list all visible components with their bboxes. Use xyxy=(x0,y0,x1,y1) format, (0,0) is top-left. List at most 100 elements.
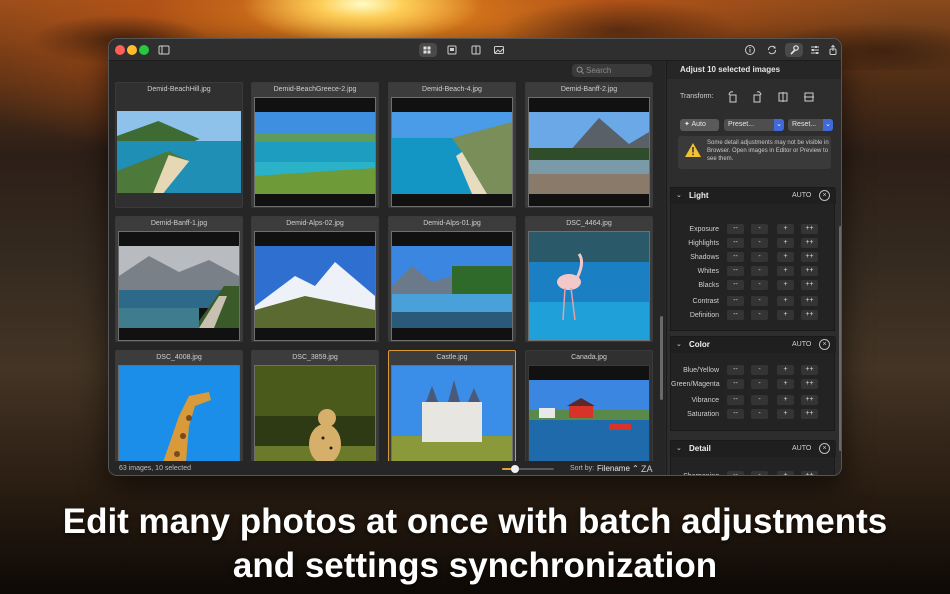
browser-scrollbar[interactable] xyxy=(660,316,663,400)
increase-more-button[interactable]: ++ xyxy=(801,471,818,475)
increase-button[interactable]: + xyxy=(777,296,794,306)
increase-button[interactable]: + xyxy=(777,395,794,405)
thumbnail-size-slider[interactable] xyxy=(502,465,554,473)
split-view-icon[interactable] xyxy=(467,43,485,57)
decrease-more-button[interactable]: -- xyxy=(727,395,744,405)
decrease-more-button[interactable]: -- xyxy=(727,310,744,320)
decrease-button[interactable]: - xyxy=(751,395,768,405)
decrease-button[interactable]: - xyxy=(751,280,768,290)
sync-icon[interactable] xyxy=(763,43,781,57)
decrease-button[interactable]: - xyxy=(751,471,768,475)
decrease-more-button[interactable]: -- xyxy=(727,365,744,375)
thumbnail[interactable]: Demid-Banff-2.jpg xyxy=(525,82,653,208)
rotate-right-icon[interactable] xyxy=(751,91,763,103)
sort-order-toggle[interactable]: ZA xyxy=(641,461,653,475)
increase-button[interactable]: + xyxy=(777,365,794,375)
decrease-button[interactable]: - xyxy=(751,238,768,248)
close-window-button[interactable] xyxy=(115,45,125,55)
sort-select[interactable]: Filename ⌃ xyxy=(597,461,639,475)
increase-more-button[interactable]: ++ xyxy=(801,379,818,389)
single-view-icon[interactable] xyxy=(443,43,461,57)
reset-dropdown[interactable]: Reset... ⌄ xyxy=(788,119,833,131)
rotate-left-icon[interactable] xyxy=(727,91,739,103)
increase-more-button[interactable]: ++ xyxy=(801,395,818,405)
increase-more-button[interactable]: ++ xyxy=(801,365,818,375)
thumbnail[interactable]: Demid-Alps-01.jpg xyxy=(388,216,516,342)
section-header[interactable]: ⌄ Light AUTO × xyxy=(671,188,836,204)
photo-view-icon[interactable] xyxy=(490,43,508,57)
increase-button[interactable]: + xyxy=(777,280,794,290)
section-auto-button[interactable]: AUTO xyxy=(792,341,811,348)
thumbnail[interactable]: Demid-Banff-1.jpg xyxy=(115,216,243,342)
increase-button[interactable]: + xyxy=(777,471,794,475)
search-input[interactable]: Search xyxy=(572,64,652,77)
increase-button[interactable]: + xyxy=(777,238,794,248)
thumbnail[interactable]: Demid-Alps-02.jpg xyxy=(251,216,379,342)
decrease-more-button[interactable]: -- xyxy=(727,409,744,419)
minimize-window-button[interactable] xyxy=(127,45,137,55)
thumbnail[interactable]: Canada.jpg xyxy=(525,350,653,475)
decrease-more-button[interactable]: -- xyxy=(727,266,744,276)
title-bar xyxy=(109,39,841,61)
increase-more-button[interactable]: ++ xyxy=(801,280,818,290)
reset-section-icon[interactable]: × xyxy=(819,190,830,201)
auto-button[interactable]: ✦ Auto xyxy=(680,119,719,131)
adjustment-label: Highlights xyxy=(688,240,719,247)
increase-more-button[interactable]: ++ xyxy=(801,238,818,248)
slider-knob[interactable] xyxy=(511,465,519,473)
adjustment-label: Exposure xyxy=(689,226,719,233)
decrease-more-button[interactable]: -- xyxy=(727,471,744,475)
increase-more-button[interactable]: ++ xyxy=(801,252,818,262)
zoom-window-button[interactable] xyxy=(139,45,149,55)
thumbnail[interactable]: DSC_4464.jpg xyxy=(525,216,653,342)
thumbnail[interactable]: Demid-BeachGreece-2.jpg xyxy=(251,82,379,208)
thumbnail[interactable]: Castle.jpg xyxy=(388,350,516,475)
thumbnail[interactable]: Demid-Beach-4.jpg xyxy=(388,82,516,208)
section-header[interactable]: ⌄ Color AUTO × xyxy=(671,337,836,353)
decrease-more-button[interactable]: -- xyxy=(727,252,744,262)
decrease-button[interactable]: - xyxy=(751,296,768,306)
section-header[interactable]: ⌄ Detail AUTO × xyxy=(671,441,836,457)
decrease-button[interactable]: - xyxy=(751,224,768,234)
preset-dropdown[interactable]: Preset... ⌄ xyxy=(724,119,784,131)
increase-more-button[interactable]: ++ xyxy=(801,409,818,419)
increase-more-button[interactable]: ++ xyxy=(801,266,818,276)
decrease-button[interactable]: - xyxy=(751,365,768,375)
increase-button[interactable]: + xyxy=(777,310,794,320)
info-icon[interactable] xyxy=(741,43,759,57)
increase-button[interactable]: + xyxy=(777,409,794,419)
increase-button[interactable]: + xyxy=(777,252,794,262)
wrench-icon[interactable] xyxy=(785,43,803,57)
flip-vertical-icon[interactable] xyxy=(803,91,815,103)
share-icon[interactable] xyxy=(824,43,841,57)
decrease-button[interactable]: - xyxy=(751,310,768,320)
increase-more-button[interactable]: ++ xyxy=(801,224,818,234)
flip-horizontal-icon[interactable] xyxy=(777,91,789,103)
decrease-more-button[interactable]: -- xyxy=(727,296,744,306)
increase-more-button[interactable]: ++ xyxy=(801,296,818,306)
decrease-button[interactable]: - xyxy=(751,409,768,419)
increase-button[interactable]: + xyxy=(777,224,794,234)
increase-button[interactable]: + xyxy=(777,379,794,389)
decrease-more-button[interactable]: -- xyxy=(727,379,744,389)
increase-button[interactable]: + xyxy=(777,266,794,276)
thumbnail[interactable]: DSC_3859.jpg xyxy=(251,350,379,475)
inspector-scrollbar[interactable] xyxy=(839,226,841,451)
sidebar-icon[interactable] xyxy=(155,43,173,57)
decrease-button[interactable]: - xyxy=(751,266,768,276)
reset-section-icon[interactable]: × xyxy=(819,339,830,350)
decrease-more-button[interactable]: -- xyxy=(727,238,744,248)
decrease-more-button[interactable]: -- xyxy=(727,224,744,234)
decrease-button[interactable]: - xyxy=(751,379,768,389)
increase-more-button[interactable]: ++ xyxy=(801,310,818,320)
sort-select-value: Filename xyxy=(597,464,630,473)
adjustments-icon[interactable] xyxy=(806,43,824,57)
section-auto-button[interactable]: AUTO xyxy=(792,445,811,452)
adjustment-label: Sharpening xyxy=(671,471,719,475)
decrease-more-button[interactable]: -- xyxy=(727,280,744,290)
decrease-button[interactable]: - xyxy=(751,252,768,262)
reset-section-icon[interactable]: × xyxy=(819,443,830,454)
thumbnail[interactable]: DSC_4008.jpg xyxy=(115,350,243,475)
grid-view-icon[interactable] xyxy=(419,43,437,57)
section-auto-button[interactable]: AUTO xyxy=(792,192,811,199)
